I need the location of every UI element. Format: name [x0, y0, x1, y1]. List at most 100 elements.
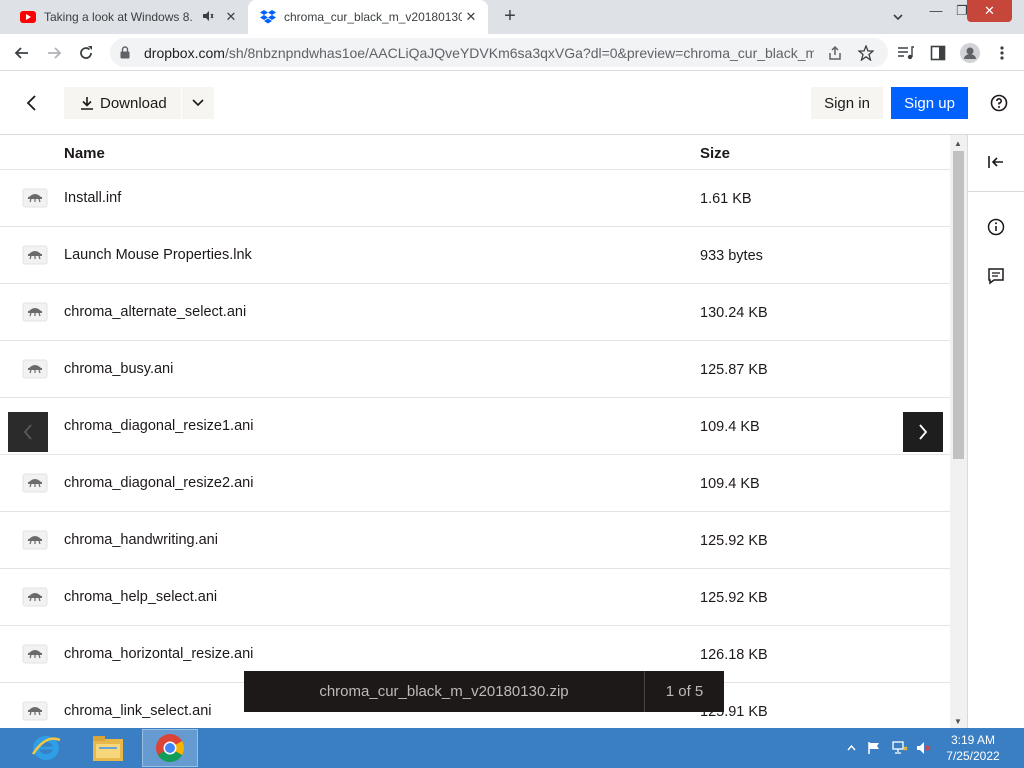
- file-size: 1.61 KB: [700, 191, 752, 207]
- current-file-name[interactable]: chroma_cur_black_m_v20180130.zip: [244, 671, 644, 712]
- file-size: 125.87 KB: [700, 362, 768, 378]
- profile-avatar-icon[interactable]: [957, 40, 983, 66]
- lock-icon[interactable]: [120, 46, 134, 59]
- file-name[interactable]: chroma_busy.ani: [64, 361, 173, 377]
- file-type-icon: [22, 528, 48, 552]
- column-header-size[interactable]: Size: [700, 145, 730, 162]
- rail-divider: [968, 191, 1024, 192]
- system-clock[interactable]: 3:19 AM 7/25/2022: [935, 732, 1011, 764]
- file-list-header: Name Size: [0, 135, 950, 170]
- clock-date: 7/25/2022: [946, 749, 1000, 763]
- next-file-button[interactable]: [903, 412, 943, 452]
- file-row[interactable]: Launch Mouse Properties.lnk 933 bytes: [0, 227, 950, 284]
- close-tab-icon[interactable]: ✕: [222, 8, 240, 26]
- right-rail: [967, 135, 1024, 728]
- scroll-down-arrow-icon[interactable]: ▼: [954, 717, 962, 726]
- file-row[interactable]: chroma_busy.ani 125.87 KB: [0, 341, 950, 398]
- file-size: 125.92 KB: [700, 590, 768, 606]
- file-name[interactable]: chroma_diagonal_resize1.ani: [64, 418, 253, 434]
- file-row[interactable]: chroma_help_select.ani 125.92 KB: [0, 569, 950, 626]
- file-name[interactable]: chroma_handwriting.ani: [64, 532, 218, 548]
- file-row[interactable]: chroma_alternate_select.ani 130.24 KB: [0, 284, 950, 341]
- file-type-icon: [22, 471, 48, 495]
- youtube-icon: [20, 9, 36, 25]
- sign-in-button[interactable]: Sign in: [811, 87, 883, 119]
- file-size: 109.4 KB: [700, 419, 760, 435]
- tab-dropbox[interactable]: chroma_cur_black_m_v20180130 ✕: [248, 0, 488, 34]
- download-icon: [81, 97, 93, 110]
- file-row[interactable]: Install.inf 1.61 KB: [0, 170, 950, 227]
- file-type-icon: [22, 300, 48, 324]
- download-button[interactable]: Download: [64, 87, 181, 119]
- share-icon[interactable]: [822, 40, 848, 66]
- file-name[interactable]: Launch Mouse Properties.lnk: [64, 247, 252, 263]
- file-name[interactable]: Install.inf: [64, 190, 121, 206]
- side-panel-icon[interactable]: [925, 40, 951, 66]
- vertical-scrollbar[interactable]: ▲ ▼: [950, 135, 967, 728]
- scroll-up-arrow-icon[interactable]: ▲: [954, 139, 962, 148]
- back-chevron-icon[interactable]: [20, 91, 44, 115]
- address-bar[interactable]: dropbox.com/sh/8nbznpndwhas1oe/AACLiQaJQ…: [110, 38, 888, 67]
- chevron-left-icon: [23, 424, 32, 440]
- reload-icon[interactable]: [73, 40, 99, 66]
- windows-taskbar: 3:19 AM 7/25/2022: [0, 728, 1024, 768]
- file-size: 125.92 KB: [700, 533, 768, 549]
- download-label: Download: [100, 94, 167, 112]
- file-size: 933 bytes: [700, 248, 763, 264]
- dropbox-header: Download Sign in Sign up: [0, 71, 1024, 135]
- file-name[interactable]: chroma_link_select.ani: [64, 703, 212, 719]
- action-center-flag-icon[interactable]: [864, 728, 884, 768]
- previous-file-button[interactable]: [8, 412, 48, 452]
- file-size: 109.4 KB: [700, 476, 760, 492]
- info-icon[interactable]: [986, 217, 1006, 237]
- forward-arrow-icon[interactable]: [41, 40, 67, 66]
- url-text: dropbox.com/sh/8nbznpndwhas1oe/AACLiQaJQ…: [144, 45, 814, 61]
- internet-explorer-icon[interactable]: [18, 729, 74, 767]
- tab-search-chevron-icon[interactable]: [888, 8, 908, 26]
- tab-title: chroma_cur_black_m_v20180130: [284, 10, 462, 24]
- file-name[interactable]: chroma_diagonal_resize2.ani: [64, 475, 253, 491]
- file-row[interactable]: chroma_diagonal_resize1.ani 109.4 KB: [0, 398, 950, 455]
- new-tab-button[interactable]: +: [498, 5, 522, 29]
- file-row[interactable]: chroma_diagonal_resize2.ani 109.4 KB: [0, 455, 950, 512]
- file-size: 126.18 KB: [700, 647, 768, 663]
- file-list: Name Size Install.inf 1.61 KB Launch Mouse…: [0, 135, 950, 728]
- bookmark-star-icon[interactable]: [853, 40, 879, 66]
- url-path: /sh/8nbznpndwhas1oe/AACLiQaJQveYDVKm6sa3…: [224, 44, 814, 61]
- column-header-name[interactable]: Name: [64, 145, 105, 162]
- tab-title: Taking a look at Windows 8.: [44, 10, 193, 24]
- close-window-button[interactable]: ✕: [967, 0, 1012, 22]
- speaker-muted-icon[interactable]: [200, 10, 216, 25]
- scrollbar-thumb[interactable]: [953, 151, 964, 459]
- chrome-taskbar-icon[interactable]: [142, 729, 198, 767]
- sign-up-button[interactable]: Sign up: [891, 87, 968, 119]
- file-type-icon: [22, 243, 48, 267]
- file-name[interactable]: chroma_alternate_select.ani: [64, 304, 246, 320]
- file-explorer-icon[interactable]: [80, 729, 136, 767]
- file-row[interactable]: chroma_handwriting.ani 125.92 KB: [0, 512, 950, 569]
- file-type-icon: [22, 357, 48, 381]
- file-type-icon: [22, 186, 48, 210]
- file-type-icon: [22, 585, 48, 609]
- close-tab-icon[interactable]: ✕: [462, 8, 480, 26]
- comment-icon[interactable]: [986, 266, 1006, 286]
- browser-tab-strip: Taking a look at Windows 8. ✕ chroma_cur…: [0, 0, 1024, 34]
- file-name[interactable]: chroma_horizontal_resize.ani: [64, 646, 253, 662]
- download-options-button[interactable]: [182, 87, 214, 119]
- file-size: 130.24 KB: [700, 305, 768, 321]
- browser-toolbar: dropbox.com/sh/8nbznpndwhas1oe/AACLiQaJQ…: [0, 34, 1024, 71]
- minimize-window-button[interactable]: —: [922, 0, 950, 22]
- media-controls-icon[interactable]: [893, 40, 919, 66]
- clock-time: 3:19 AM: [950, 733, 996, 747]
- file-position-count: 1 of 5: [665, 683, 704, 700]
- back-arrow-icon[interactable]: [9, 40, 35, 66]
- help-icon[interactable]: [988, 92, 1010, 114]
- network-icon[interactable]: [889, 728, 911, 768]
- tab-youtube[interactable]: Taking a look at Windows 8. ✕: [8, 0, 248, 34]
- show-hidden-icons-chevron-icon[interactable]: [844, 728, 858, 768]
- file-name[interactable]: chroma_help_select.ani: [64, 589, 217, 605]
- collapse-panel-icon[interactable]: [985, 151, 1007, 173]
- file-type-icon: [22, 642, 48, 666]
- chrome-menu-icon[interactable]: [989, 40, 1015, 66]
- volume-muted-icon[interactable]: [913, 728, 935, 768]
